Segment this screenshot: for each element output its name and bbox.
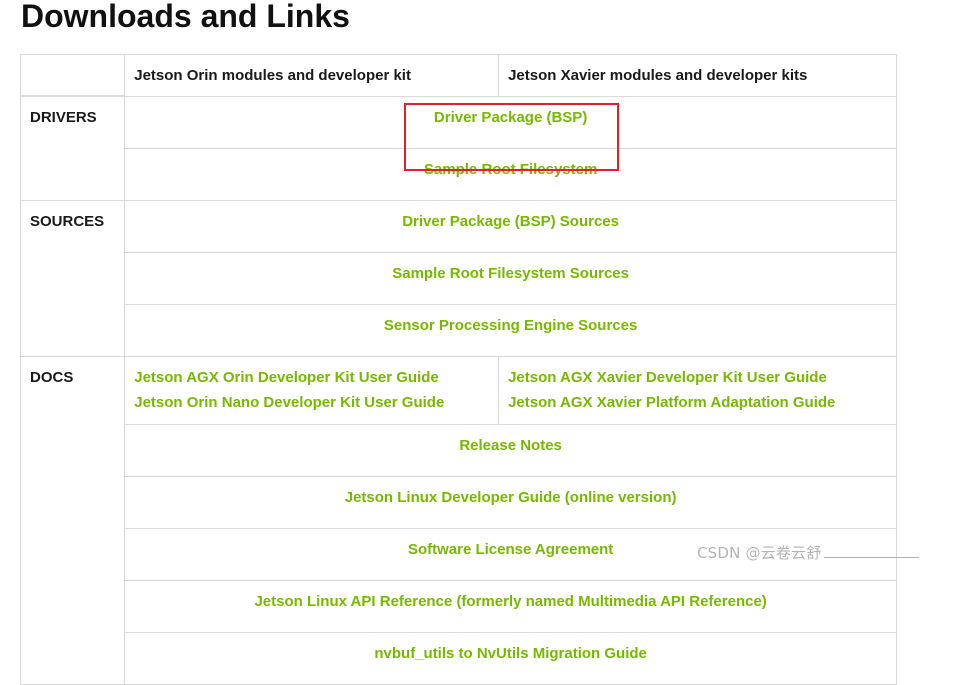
header-xavier-text: Jetson Xavier modules and developer kits [508, 67, 808, 84]
header-xavier: Jetson Xavier modules and developer kits [498, 54, 897, 97]
driver-package-bsp-link[interactable]: Driver Package (BSP) [434, 109, 587, 126]
xavier-docs-cell: Jetson AGX Xavier Developer Kit User Gui… [498, 355, 897, 425]
csdn-watermark: CSDN @云卷云舒 [697, 542, 919, 563]
rootfs-sources-link[interactable]: Sample Root Filesystem Sources [392, 265, 629, 282]
link-cell: nvbuf_utils to NvUtils Migration Guide [124, 631, 897, 685]
downloads-table: Jetson Orin modules and developer kit Je… [19, 54, 897, 685]
header-orin-text: Jetson Orin modules and developer kit [134, 67, 411, 84]
table-row: Sensor Processing Engine Sources [21, 303, 897, 357]
release-notes-link[interactable]: Release Notes [459, 437, 562, 454]
link-cell: Jetson Linux Developer Guide (online ver… [124, 475, 897, 529]
link-cell: Sample Root Filesystem [124, 147, 897, 201]
link-cell: Sensor Processing Engine Sources [124, 303, 897, 357]
agx-xavier-adaptation-guide-link[interactable]: Jetson AGX Xavier Platform Adaptation Gu… [508, 393, 896, 418]
bsp-sources-link[interactable]: Driver Package (BSP) Sources [402, 213, 619, 230]
page-title: Downloads and Links [21, 0, 350, 34]
table-row: Jetson Linux Developer Guide (online ver… [21, 475, 897, 529]
row-label-drivers: DRIVERS [19, 95, 126, 201]
watermark-text: CSDN @云卷云舒 [697, 544, 822, 562]
orin-nano-user-guide-link[interactable]: Jetson Orin Nano Developer Kit User Guid… [134, 393, 498, 418]
row-label-docs: DOCS [19, 355, 126, 685]
header-empty-cell [19, 54, 126, 97]
link-cell: Release Notes [124, 423, 897, 477]
table-row: nvbuf_utils to NvUtils Migration Guide [21, 631, 897, 685]
developer-guide-link[interactable]: Jetson Linux Developer Guide (online ver… [345, 489, 677, 506]
agx-xavier-user-guide-link[interactable]: Jetson AGX Xavier Developer Kit User Gui… [508, 368, 896, 393]
orin-docs-cell: Jetson AGX Orin Developer Kit User Guide… [124, 355, 500, 425]
sample-root-filesystem-link[interactable]: Sample Root Filesystem [424, 161, 597, 178]
link-cell: Driver Package (BSP) [124, 95, 897, 149]
agx-orin-user-guide-link[interactable]: Jetson AGX Orin Developer Kit User Guide [134, 368, 498, 393]
table-row: DOCS Jetson AGX Orin Developer Kit User … [19, 355, 897, 685]
migration-guide-link[interactable]: nvbuf_utils to NvUtils Migration Guide [374, 645, 647, 662]
spe-sources-link[interactable]: Sensor Processing Engine Sources [384, 317, 637, 334]
watermark-underline [823, 557, 919, 558]
license-agreement-link[interactable]: Software License Agreement [408, 541, 613, 558]
row-label-sources: SOURCES [19, 199, 126, 357]
table-header-row: Jetson Orin modules and developer kit Je… [19, 54, 897, 97]
table-row: Sample Root Filesystem Sources [21, 251, 897, 305]
table-row: SOURCES Driver Package (BSP) Sources [19, 199, 897, 357]
table-row: Jetson Linux API Reference (formerly nam… [21, 579, 897, 633]
link-cell: Sample Root Filesystem Sources [124, 251, 897, 305]
header-orin: Jetson Orin modules and developer kit [124, 54, 500, 97]
table-row: Release Notes [21, 423, 897, 477]
table-row: Sample Root Filesystem [21, 147, 897, 201]
api-reference-link[interactable]: Jetson Linux API Reference (formerly nam… [254, 593, 766, 610]
link-cell: Jetson Linux API Reference (formerly nam… [124, 579, 897, 633]
table-row: DRIVERS Driver Package (BSP) [19, 95, 897, 201]
link-cell: Driver Package (BSP) Sources [124, 199, 897, 253]
